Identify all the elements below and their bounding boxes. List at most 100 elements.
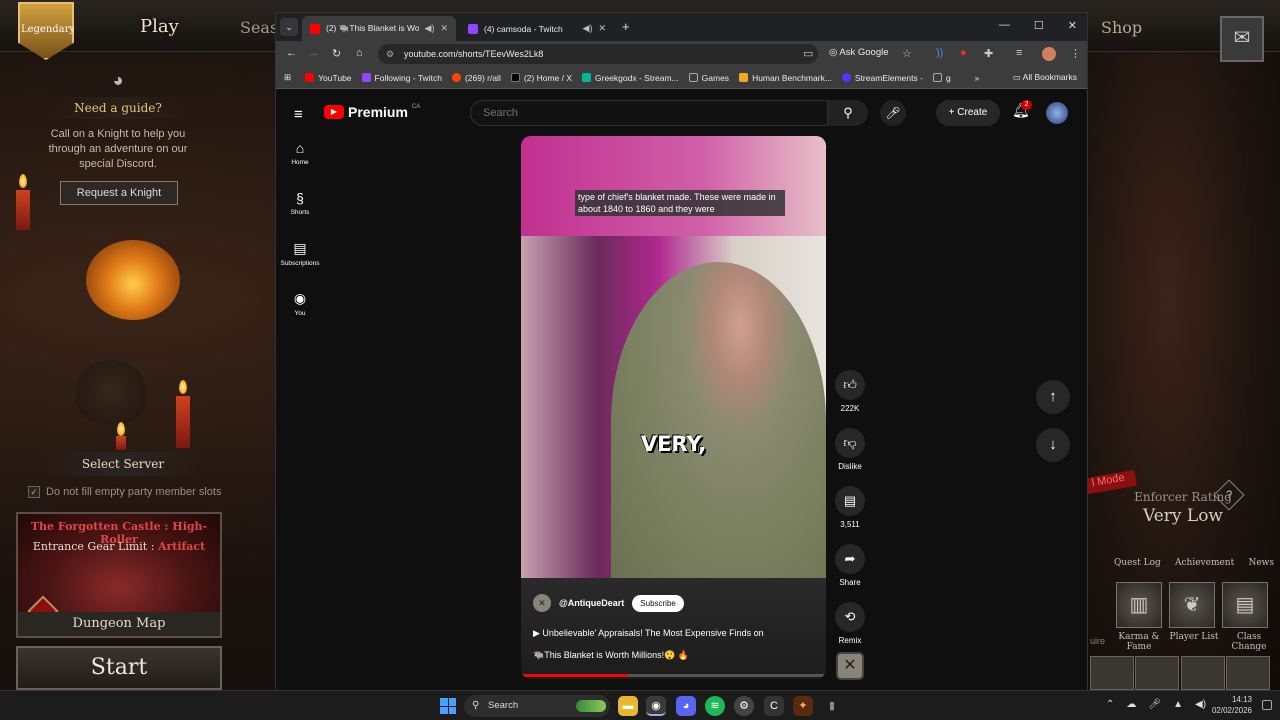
- fill-party-checkbox[interactable]: ✓ Do not fill empty party member slots: [28, 486, 221, 498]
- speaker-icon[interactable]: ◀): [583, 23, 593, 34]
- windows-start-icon[interactable]: [440, 698, 456, 714]
- back-icon[interactable]: ←: [286, 47, 297, 59]
- dungeon-map-button[interactable]: Dungeon Map: [18, 612, 220, 636]
- youtube-logo[interactable]: ▶ Premium CA: [324, 104, 420, 120]
- spotify-icon[interactable]: ≋: [705, 696, 725, 716]
- checkbox-box[interactable]: ✓: [28, 486, 40, 498]
- close-icon[interactable]: ✕: [598, 23, 606, 34]
- bookmark-x[interactable]: (2) Home / X: [510, 73, 572, 83]
- dungeon-card[interactable]: The Forgotten Castle : High-Roller Entra…: [16, 512, 222, 638]
- shorts-video-player[interactable]: type of chief's blanket made. These were…: [521, 136, 826, 679]
- book-icon[interactable]: ▥: [1116, 582, 1162, 628]
- play-tab[interactable]: Play: [140, 16, 179, 37]
- sidebar-item-you[interactable]: ◉ You: [280, 290, 320, 340]
- wifi-icon[interactable]: ▲: [1173, 699, 1183, 710]
- site-info-icon[interactable]: ⚙: [386, 44, 394, 64]
- ccleaner-icon[interactable]: C: [764, 696, 784, 716]
- network-icon[interactable]: ☁: [1126, 699, 1136, 710]
- thumbs-up-icon[interactable]: 👍︎: [835, 370, 865, 400]
- bookmark-g[interactable]: g: [932, 73, 951, 83]
- clock[interactable]: 14:13 02/02/2026: [1206, 694, 1252, 716]
- close-window-icon[interactable]: ✕: [1068, 19, 1077, 32]
- video-progress-bar[interactable]: [521, 674, 826, 677]
- cast-icon[interactable]: ▭: [803, 47, 813, 60]
- taskbar-search[interactable]: ⚲ Search: [464, 695, 610, 717]
- create-button[interactable]: + Create: [936, 100, 1000, 126]
- search-input[interactable]: [470, 100, 828, 126]
- reload-icon[interactable]: ↻: [332, 47, 341, 60]
- quest-log-tab[interactable]: Quest Log: [1114, 558, 1161, 568]
- tab-youtube[interactable]: (2) 🐃This Blanket is Worth ◀) ✕: [302, 16, 456, 41]
- chrome-icon[interactable]: ◉: [646, 696, 666, 716]
- season-tab[interactable]: Seas: [240, 18, 278, 37]
- scroll-icon[interactable]: ▤: [1222, 582, 1268, 628]
- extension-icon[interactable]: )): [936, 47, 943, 59]
- next-short-button[interactable]: ↓: [1036, 428, 1070, 462]
- sidebar-item-shorts[interactable]: § Shorts: [280, 190, 320, 240]
- close-icon[interactable]: ✕: [440, 23, 448, 34]
- scroll-icon[interactable]: ✉: [1220, 16, 1264, 62]
- like-action[interactable]: 👍︎ 222K: [830, 370, 870, 428]
- video-title-line1[interactable]: ▶ Unbelievable' Appraisals! The Most Exp…: [533, 628, 764, 639]
- bookmark-human-benchmark[interactable]: Human Benchmark...: [739, 73, 832, 83]
- address-bar[interactable]: ⚙ youtube.com/shorts/TEevWes2Lk8: [378, 44, 818, 64]
- share-action[interactable]: ➦ Share: [830, 544, 870, 602]
- bookmark-games[interactable]: Games: [688, 73, 729, 83]
- speaker-icon[interactable]: ◀): [425, 23, 435, 34]
- laurel-icon[interactable]: ❦: [1169, 582, 1215, 628]
- tab-search-button[interactable]: ⌄: [280, 18, 298, 36]
- home-icon[interactable]: ⌂: [356, 47, 363, 59]
- discord-icon[interactable]: ◕: [676, 696, 696, 716]
- steam-icon[interactable]: ⚙: [734, 696, 754, 716]
- app-icon[interactable]: ▮: [822, 696, 842, 716]
- menu-icon[interactable]: ⋮: [1070, 47, 1081, 60]
- previous-short-button[interactable]: ↑: [1036, 380, 1070, 414]
- notification-icon[interactable]: [1262, 700, 1272, 710]
- comment-icon[interactable]: ▤: [835, 486, 865, 516]
- news-tab[interactable]: News: [1248, 558, 1274, 568]
- star-icon[interactable]: ☆: [902, 47, 912, 60]
- media-icon[interactable]: ≡: [1016, 47, 1022, 59]
- menu-slot[interactable]: [1090, 656, 1134, 690]
- remix-icon[interactable]: ⟲: [835, 602, 865, 632]
- volume-icon[interactable]: ◀): [1195, 699, 1206, 710]
- bookmark-twitch[interactable]: Following - Twitch: [361, 73, 442, 83]
- game-launcher-icon[interactable]: ✦: [793, 696, 813, 716]
- ask-google-button[interactable]: ◎ Ask Google: [829, 47, 889, 58]
- channel-avatar[interactable]: ✕: [533, 594, 551, 612]
- bookmark-streamelements[interactable]: StreamElements -: [841, 73, 923, 83]
- puzzle-icon[interactable]: ✚: [984, 47, 993, 60]
- channel-name[interactable]: @AntiqueDeart: [559, 598, 624, 608]
- menu-slot[interactable]: [1180, 656, 1225, 690]
- all-bookmarks[interactable]: ▭ All Bookmarks: [1013, 72, 1077, 83]
- profile-avatar[interactable]: [1042, 47, 1056, 61]
- minimize-icon[interactable]: —: [999, 19, 1010, 32]
- request-knight-button[interactable]: Request a Knight: [60, 181, 178, 205]
- microphone-icon[interactable]: 🎤︎: [1148, 699, 1161, 710]
- menu-slot[interactable]: [1135, 656, 1180, 690]
- bookmark-youtube[interactable]: YouTube: [305, 73, 352, 83]
- share-icon[interactable]: ➦: [835, 544, 865, 574]
- apps-icon[interactable]: ⊞: [284, 72, 291, 83]
- shop-tab[interactable]: Shop: [1101, 18, 1142, 37]
- extension-icon[interactable]: ●: [960, 47, 967, 59]
- achievement-tab[interactable]: Achievement: [1175, 558, 1234, 568]
- hamburger-icon[interactable]: ≡: [294, 106, 303, 123]
- search-icon[interactable]: ⚲: [828, 100, 868, 126]
- dislike-action[interactable]: 👎︎ Dislike: [830, 428, 870, 486]
- avatar[interactable]: [1046, 102, 1068, 124]
- bookmark-greekgodx[interactable]: Greekgodx - Stream...: [582, 73, 679, 83]
- menu-slot[interactable]: [1225, 656, 1270, 690]
- thumbs-down-icon[interactable]: 👎︎: [835, 428, 865, 458]
- mic-icon[interactable]: 🎤︎: [880, 100, 906, 126]
- tab-twitch[interactable]: (4) camsoda - Twitch ◀) ✕: [460, 16, 614, 41]
- sidebar-item-subscriptions[interactable]: ▤ Subscriptions: [280, 240, 320, 290]
- file-explorer-icon[interactable]: ▬: [618, 696, 638, 716]
- new-tab-button[interactable]: +: [622, 19, 630, 34]
- comment-action[interactable]: ▤ 3,511: [830, 486, 870, 544]
- subscribe-button[interactable]: Subscribe: [632, 594, 684, 612]
- start-button[interactable]: Start: [16, 646, 222, 690]
- more-bookmarks-icon[interactable]: »: [975, 73, 980, 83]
- video-title-line2[interactable]: 🐃This Blanket is Worth Millions!😲 🔥: [533, 650, 689, 661]
- sound-thumbnail[interactable]: ✕: [836, 652, 864, 680]
